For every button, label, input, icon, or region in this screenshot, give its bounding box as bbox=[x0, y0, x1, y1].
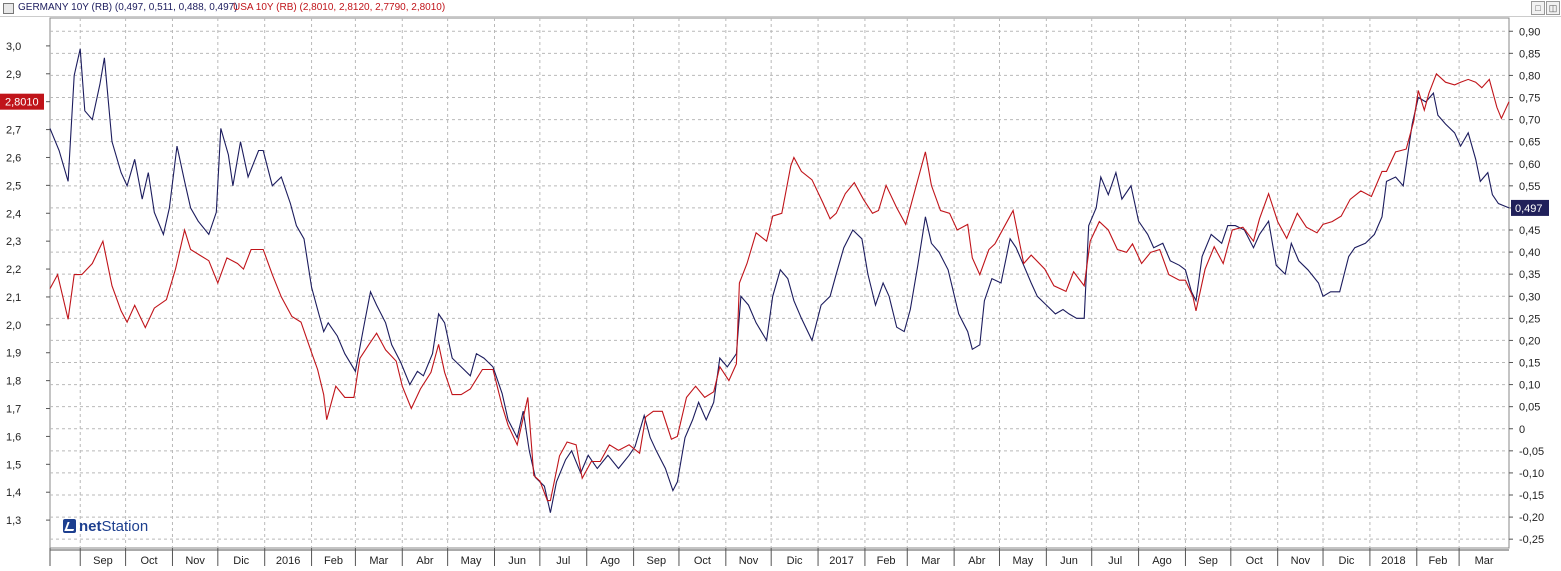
x-axis-month-label: Abr bbox=[968, 555, 985, 567]
right-axis-tick-label: -0,05 bbox=[1519, 446, 1544, 458]
x-axis-month-label: Dic bbox=[233, 555, 249, 567]
right-axis-tick-label: -0,15 bbox=[1519, 490, 1544, 502]
x-axis-month-label: Feb bbox=[877, 555, 896, 567]
netstation-logo-icon bbox=[63, 519, 76, 533]
right-axis-tick-label: 0,30 bbox=[1519, 291, 1540, 303]
x-axis-month-label: Dic bbox=[787, 555, 803, 567]
x-axis-month-label: Sep bbox=[1198, 555, 1218, 567]
x-axis-month-label: Abr bbox=[416, 555, 433, 567]
left-axis-tick-label: 1,5 bbox=[6, 459, 21, 471]
right-axis-tick-label: 0,70 bbox=[1519, 115, 1540, 127]
left-axis-tick-label: 2,5 bbox=[6, 180, 21, 192]
left-axis-tick-label: 1,7 bbox=[6, 404, 21, 416]
x-axis-month-label: 2016 bbox=[276, 555, 300, 567]
logo-text-net: net bbox=[79, 517, 102, 535]
right-axis-tick-label: 0,80 bbox=[1519, 70, 1540, 82]
x-axis-month-label: Oct bbox=[140, 555, 157, 567]
right-axis-tick-label: 0,15 bbox=[1519, 358, 1540, 370]
right-axis-tick-label: 0,10 bbox=[1519, 380, 1540, 392]
right-axis-tick-label: 0,60 bbox=[1519, 159, 1540, 171]
netstation-logo: net Station bbox=[63, 516, 148, 536]
right-axis-tick-label: 0,25 bbox=[1519, 313, 1540, 325]
right-axis-tick-label: 0,55 bbox=[1519, 181, 1540, 193]
right-axis-tick-label: 0,90 bbox=[1519, 26, 1540, 38]
left-axis-tick-label: 2,3 bbox=[6, 236, 21, 248]
right-axis-tick-label: 0,35 bbox=[1519, 269, 1540, 281]
left-axis-tick-label: 1,9 bbox=[6, 348, 21, 360]
x-axis-month-label: Nov bbox=[739, 555, 759, 567]
x-axis-month-label: Mar bbox=[369, 555, 388, 567]
right-axis-tick-label: -0,25 bbox=[1519, 534, 1544, 546]
x-axis-month-label: Jul bbox=[1108, 555, 1122, 567]
left-axis-tick-label: 2,1 bbox=[6, 292, 21, 304]
x-axis-month-label: Feb bbox=[324, 555, 343, 567]
left-axis-tick-label: 1,3 bbox=[6, 515, 21, 527]
right-axis-tick-label: 0,20 bbox=[1519, 335, 1540, 347]
right-axis-tick-label: 0,40 bbox=[1519, 247, 1540, 259]
x-axis-month-label: Nov bbox=[185, 555, 205, 567]
x-axis-month-label: Ago bbox=[600, 555, 620, 567]
x-axis-month-label: Mar bbox=[1475, 555, 1494, 567]
x-axis-month-label: Oct bbox=[694, 555, 711, 567]
x-axis-month-label: Ago bbox=[1152, 555, 1172, 567]
x-axis-month-label: 2018 bbox=[1381, 555, 1405, 567]
left-axis-tick-label: 3,0 bbox=[6, 41, 21, 53]
x-axis-month-label: Sep bbox=[93, 555, 113, 567]
left-axis-tick-label: 1,6 bbox=[6, 431, 21, 443]
right-axis-tick-label: 0 bbox=[1519, 424, 1525, 436]
right-axis-tick-label: 0,85 bbox=[1519, 48, 1540, 60]
right-axis-tick-label: 0,05 bbox=[1519, 402, 1540, 414]
x-axis-month-label: May bbox=[461, 555, 482, 567]
right-axis-tick-label: 0,65 bbox=[1519, 137, 1540, 149]
right-axis-tick-label: 0,75 bbox=[1519, 93, 1540, 105]
x-axis-month-label: May bbox=[1013, 555, 1034, 567]
left-axis-tick-label: 2,2 bbox=[6, 264, 21, 276]
left-axis-tick-label: 2,9 bbox=[6, 69, 21, 81]
x-axis-month-label: Feb bbox=[1428, 555, 1447, 567]
right-axis-tick-label: -0,20 bbox=[1519, 512, 1544, 524]
left-axis-tick-label: 1,4 bbox=[6, 487, 21, 499]
x-axis-month-label: Dic bbox=[1339, 555, 1355, 567]
x-axis-month-label: Jun bbox=[1060, 555, 1078, 567]
right-axis-tick-label: -0,10 bbox=[1519, 468, 1544, 480]
left-axis-tick-label: 2,4 bbox=[6, 208, 21, 220]
x-axis-month-label: 2017 bbox=[829, 555, 853, 567]
left-axis-tick-label: 2,7 bbox=[6, 125, 21, 137]
logo-text-station: Station bbox=[101, 517, 149, 535]
last-value-usa: 2,8010 bbox=[5, 97, 39, 109]
x-axis-month-label: Oct bbox=[1246, 555, 1263, 567]
last-value-germany: 0,497 bbox=[1515, 203, 1543, 215]
line-chart[interactable]: -0,25 -0,20 -0,15 -0,10 -0,05 0 0,05 0,10 0,15 0,… bbox=[0, 0, 1561, 571]
left-axis-tick-label: 1,8 bbox=[6, 376, 21, 388]
x-axis-month-label: Mar bbox=[921, 555, 940, 567]
right-axis-tick-label: 0,45 bbox=[1519, 225, 1540, 237]
x-axis-month-label: Sep bbox=[646, 555, 666, 567]
x-axis-month-label: Jun bbox=[508, 555, 526, 567]
left-axis-tick-label: 2,0 bbox=[6, 320, 21, 332]
x-axis-month-label: Nov bbox=[1291, 555, 1311, 567]
left-axis-tick-label: 2,6 bbox=[6, 152, 21, 164]
x-axis-month-label: Jul bbox=[556, 555, 570, 567]
